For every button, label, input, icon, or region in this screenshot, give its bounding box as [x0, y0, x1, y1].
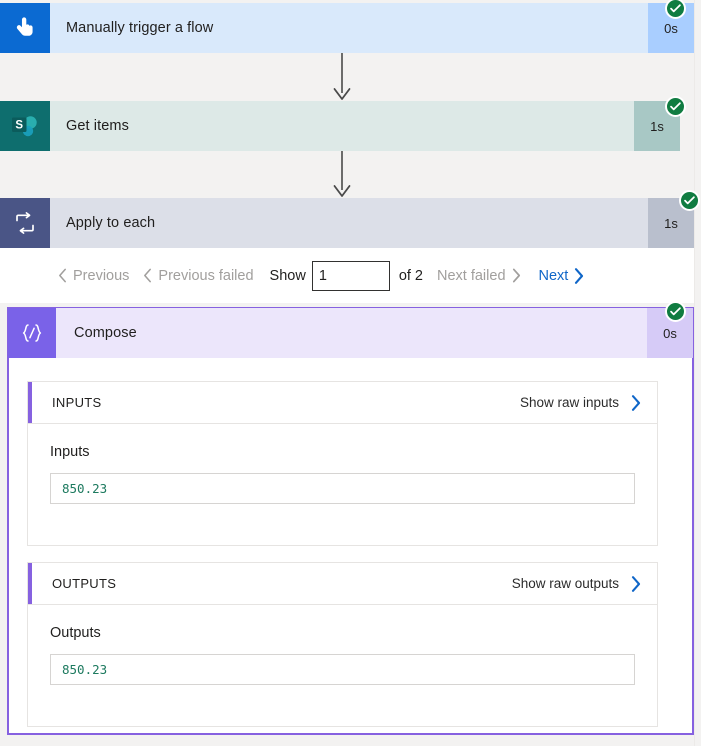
page-number-input[interactable]: [311, 260, 390, 291]
outputs-section-body: Outputs 850.23: [28, 605, 657, 685]
flow-step-title: Manually trigger a flow: [50, 3, 648, 53]
svg-text:S: S: [15, 119, 23, 131]
compose-inputs-section: INPUTS Show raw inputs Inputs 850.23: [27, 381, 658, 546]
outputs-field-value: 850.23: [50, 654, 635, 685]
status-badge-success-get-items: [665, 96, 686, 117]
show-label: Show: [269, 267, 306, 284]
loop-icon: [0, 198, 50, 248]
outputs-section-header: OUTPUTS Show raw outputs: [28, 563, 657, 605]
next-failed-button[interactable]: Next failed: [437, 268, 521, 284]
flow-run-canvas: Manually trigger a flow 0s S Get items 1…: [0, 0, 701, 746]
chevron-right-icon: [512, 268, 521, 283]
compose-outputs-section: OUTPUTS Show raw outputs Outputs 850.23: [27, 562, 658, 727]
page-total-label: of 2: [398, 267, 423, 284]
previous-button-label: Previous: [73, 267, 130, 284]
flow-step-get-items[interactable]: S Get items 1s: [0, 101, 680, 151]
previous-failed-button[interactable]: Previous failed: [143, 267, 254, 284]
show-raw-inputs-label: Show raw inputs: [519, 395, 619, 410]
inputs-section-title: INPUTS: [52, 395, 102, 410]
inputs-section-body: Inputs 850.23: [28, 424, 657, 504]
inputs-section-header: INPUTS Show raw inputs: [28, 382, 657, 424]
page-right-gutter: [694, 0, 701, 746]
chevron-right-icon: [631, 394, 641, 411]
sharepoint-icon: S: [0, 101, 50, 151]
inputs-field-value: 850.23: [50, 473, 635, 504]
outputs-field-label: Outputs: [50, 625, 101, 641]
status-badge-success-apply-to-each: [679, 190, 700, 211]
status-badge-success-compose: [665, 301, 686, 322]
flow-step-title: Get items: [50, 101, 634, 151]
connector-arrow-2: [330, 151, 354, 198]
next-button-label: Next: [538, 267, 569, 284]
outputs-section-title: OUTPUTS: [52, 576, 117, 591]
show-raw-inputs-link[interactable]: Show raw inputs: [519, 394, 641, 411]
flow-step-title: Apply to each: [50, 198, 648, 248]
compose-braces-icon: [8, 308, 56, 358]
inputs-field-label: Inputs: [50, 444, 90, 460]
chevron-left-icon: [58, 268, 67, 283]
next-failed-button-label: Next failed: [437, 267, 506, 284]
connector-arrow-1: [330, 53, 354, 101]
flow-step-title: Compose: [56, 308, 647, 358]
flow-step-apply-to-each[interactable]: Apply to each 1s: [0, 198, 694, 248]
show-raw-outputs-link[interactable]: Show raw outputs: [511, 575, 641, 592]
compose-header[interactable]: Compose 0s: [8, 308, 693, 358]
chevron-left-icon: [143, 268, 152, 283]
next-button[interactable]: Next: [539, 268, 585, 284]
hand-tap-icon: [0, 3, 50, 53]
iteration-pagination-bar: Previous Previous failed Show of 2 Next …: [0, 248, 694, 303]
chevron-right-icon: [631, 575, 641, 592]
show-raw-outputs-label: Show raw outputs: [511, 576, 619, 591]
flow-step-manually-trigger-a-flow[interactable]: Manually trigger a flow 0s: [0, 3, 694, 53]
flow-step-compose-expanded: Compose 0s INPUTS Show raw inputs Inputs…: [7, 307, 694, 735]
previous-failed-button-label: Previous failed: [158, 267, 254, 284]
chevron-right-icon: [574, 267, 584, 284]
previous-button[interactable]: Previous: [58, 268, 129, 284]
